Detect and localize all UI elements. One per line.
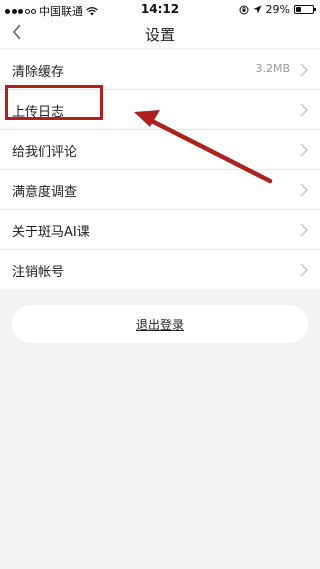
settings-item-delete-account[interactable]: 注销帐号 (0, 250, 320, 289)
settings-item-rate-us[interactable]: 给我们评论 (0, 130, 320, 170)
highlight-box (5, 85, 103, 120)
settings-item-label: 注销帐号 (12, 265, 65, 280)
location-icon (253, 5, 262, 14)
settings-item-label: 给我们评论 (12, 145, 78, 160)
nav-bar: 设置 (0, 18, 320, 48)
chevron-right-icon (300, 103, 308, 117)
chevron-right-icon (300, 63, 308, 77)
rotation-lock-icon (239, 5, 249, 14)
cache-size-value: 3.2MB (255, 62, 290, 75)
chevron-right-icon (300, 263, 308, 277)
chevron-right-icon (300, 183, 308, 197)
chevron-right-icon (300, 223, 308, 237)
settings-item-label: 满意度调查 (12, 185, 78, 200)
chevron-right-icon (300, 143, 308, 157)
logout-button[interactable]: 退出登录 (12, 305, 308, 343)
page-title: 设置 (144, 26, 175, 44)
status-bar: 中国联通 14:12 29% (0, 0, 320, 18)
settings-item-label: 关于斑马AI课 (12, 225, 90, 240)
settings-item-about[interactable]: 关于斑马AI课 (0, 210, 320, 250)
battery-icon (294, 5, 316, 14)
battery-percent: 29% (265, 3, 290, 16)
logout-label: 退出登录 (135, 317, 184, 332)
settings-item-label: 清除缓存 (12, 65, 65, 80)
status-right: 29% (239, 3, 316, 16)
battery-fill (296, 7, 301, 12)
settings-item-clear-cache[interactable]: 清除缓存 3.2MB (0, 50, 320, 90)
settings-item-survey[interactable]: 满意度调查 (0, 170, 320, 210)
